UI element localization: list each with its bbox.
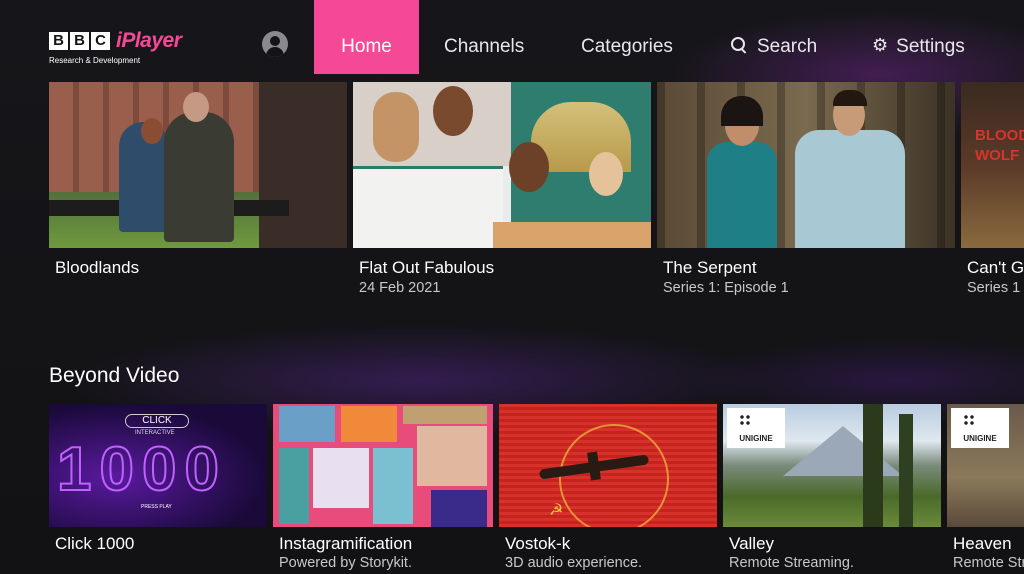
card-title: Heaven	[953, 534, 1012, 553]
top-navigation: B B C iPlayer Research & Development Hom…	[0, 0, 1024, 74]
card-title: Vostok-k	[505, 534, 571, 553]
thumbnail-art-small: PRESS PLAY	[141, 504, 172, 510]
card-title: Valley	[729, 534, 775, 553]
section-heading-beyond-video: Beyond Video	[49, 364, 180, 387]
card-subtitle: Remote Str	[953, 555, 1024, 571]
vostok-k-thumbnail: ☭	[499, 404, 717, 527]
iplayer-wordmark: iPlayer	[116, 29, 182, 52]
nav-categories[interactable]: Categories	[581, 0, 673, 74]
card-subtitle: Series 1	[967, 280, 1021, 296]
account-icon[interactable]	[262, 31, 288, 57]
nav-settings-label: Settings	[896, 36, 965, 57]
card-subtitle: Powered by Storykit.	[279, 555, 412, 571]
beyond-card-click-1000[interactable]: CLICK INTERACTIVE 1000 PRESS PLAY Click …	[49, 404, 267, 574]
card-title: Instagramification	[279, 534, 413, 553]
search-icon	[731, 37, 747, 53]
badge-text: UNIGINE	[963, 434, 997, 443]
bbc-iplayer-logo: B B C iPlayer Research & Development	[49, 29, 182, 65]
logo-letter: B	[70, 32, 89, 50]
nav-channels[interactable]: Channels	[444, 0, 524, 74]
nav-home[interactable]: Home	[314, 0, 419, 74]
featured-card-bloodlands[interactable]: Bloodlands	[49, 82, 347, 312]
heaven-thumbnail: UNIGINE	[947, 404, 1024, 527]
thumbnail-art-text: CLICK	[125, 414, 189, 428]
bbc-blocks: B B C	[49, 32, 110, 50]
nav-categories-label: Categories	[581, 36, 673, 57]
beyond-card-instagramification[interactable]: Instagramification Powered by Storykit.	[273, 404, 493, 574]
the-serpent-thumbnail	[657, 82, 955, 248]
card-title: Can't G	[967, 258, 1024, 277]
nav-channels-label: Channels	[444, 36, 525, 57]
cant-go-thumbnail: BLOOD WOLF	[961, 82, 1024, 248]
beyond-card-valley[interactable]: UNIGINE Valley Remote Streaming.	[723, 404, 941, 574]
card-title: The Serpent	[663, 258, 757, 277]
beyond-card-vostok-k[interactable]: ☭ Vostok-k 3D audio experience.	[499, 404, 717, 574]
card-subtitle: 24 Feb 2021	[359, 280, 441, 296]
logo-letter: C	[91, 32, 110, 50]
thumbnail-art-text: BLOOD WOLF	[975, 127, 1024, 164]
card-subtitle: 3D audio experience.	[505, 555, 643, 571]
nav-search[interactable]: Search	[731, 0, 817, 74]
gear-icon: ⚙	[872, 35, 889, 55]
card-subtitle: Remote Streaming.	[729, 555, 854, 571]
card-subtitle: Series 1: Episode 1	[663, 280, 789, 296]
unigine-badge: UNIGINE	[727, 408, 785, 448]
badge-text: UNIGINE	[739, 434, 773, 443]
bloodlands-thumbnail	[49, 82, 347, 248]
nav-settings[interactable]: ⚙ Settings	[872, 0, 965, 74]
hammer-sickle-icon: ☭	[549, 502, 564, 519]
nav-home-label: Home	[341, 36, 392, 57]
click-1000-thumbnail: CLICK INTERACTIVE 1000 PRESS PLAY	[49, 404, 267, 527]
thumbnail-art-number: 1000	[56, 434, 227, 505]
nav-search-label: Search	[757, 36, 818, 57]
featured-card-flat-out-fabulous[interactable]: Flat Out Fabulous 24 Feb 2021	[353, 82, 651, 312]
card-title: Click 1000	[55, 534, 135, 553]
card-title: Bloodlands	[55, 258, 140, 277]
instagramification-thumbnail	[273, 404, 493, 527]
logo-letter: B	[49, 32, 68, 50]
card-title: Flat Out Fabulous	[359, 258, 495, 277]
featured-card-the-serpent[interactable]: The Serpent Series 1: Episode 1	[657, 82, 955, 312]
flat-out-fabulous-thumbnail	[353, 82, 651, 248]
logo-subtitle: Research & Development	[49, 56, 141, 65]
featured-card-cant-go[interactable]: BLOOD WOLF Can't G Series 1	[961, 82, 1024, 312]
valley-thumbnail: UNIGINE	[723, 404, 941, 527]
unigine-badge: UNIGINE	[951, 408, 1009, 448]
beyond-card-heaven[interactable]: UNIGINE Heaven Remote Str	[947, 404, 1024, 574]
